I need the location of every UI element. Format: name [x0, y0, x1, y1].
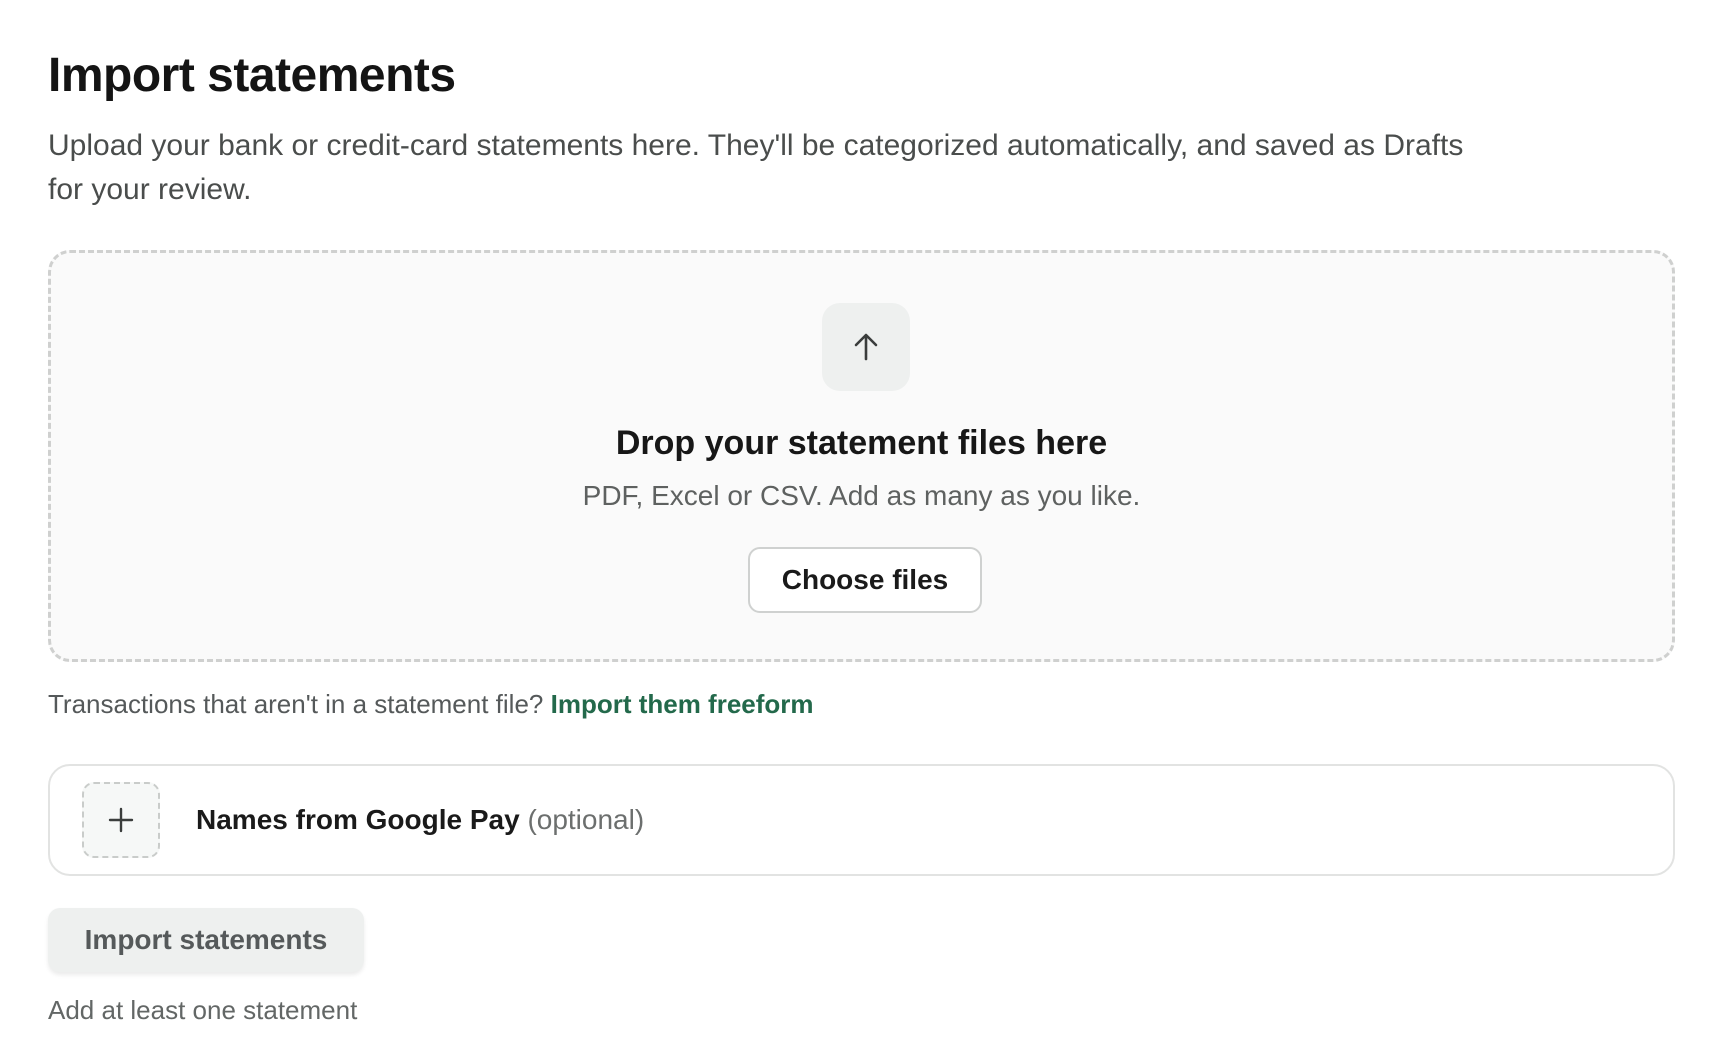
add-google-pay-file-button[interactable]	[82, 782, 160, 858]
page-description: Upload your bank or credit-card statemen…	[48, 129, 1464, 206]
import-statements-page: Import statements Upload your bank or cr…	[48, 44, 1675, 1025]
import-freeform-link[interactable]: Import them freeform	[551, 689, 814, 719]
upload-tile	[822, 303, 910, 391]
choose-files-button[interactable]: Choose files	[748, 547, 982, 613]
plus-icon	[108, 807, 134, 833]
import-hint: Add at least one statement	[48, 995, 358, 1025]
google-pay-names-card: Names from Google Pay (optional)	[48, 764, 1675, 876]
freeform-row: Transactions that aren't in a statement …	[48, 686, 814, 722]
optional-tag: (optional)	[527, 804, 645, 835]
freeform-prompt: Transactions that aren't in a statement …	[48, 689, 544, 719]
google-pay-label: Names from Google Pay (optional)	[196, 800, 644, 840]
page-title: Import statements	[48, 49, 456, 102]
file-dropzone[interactable]: Drop your statement files here PDF, Exce…	[48, 250, 1675, 662]
dropzone-title: Drop your statement files here	[615, 424, 1108, 462]
google-pay-name: Names from Google Pay	[196, 804, 520, 835]
import-statements-button[interactable]: Import statements	[48, 908, 364, 972]
dropzone-subtitle: PDF, Excel or CSV. Add as many as you li…	[582, 480, 1141, 511]
arrow-up-icon	[854, 333, 878, 361]
